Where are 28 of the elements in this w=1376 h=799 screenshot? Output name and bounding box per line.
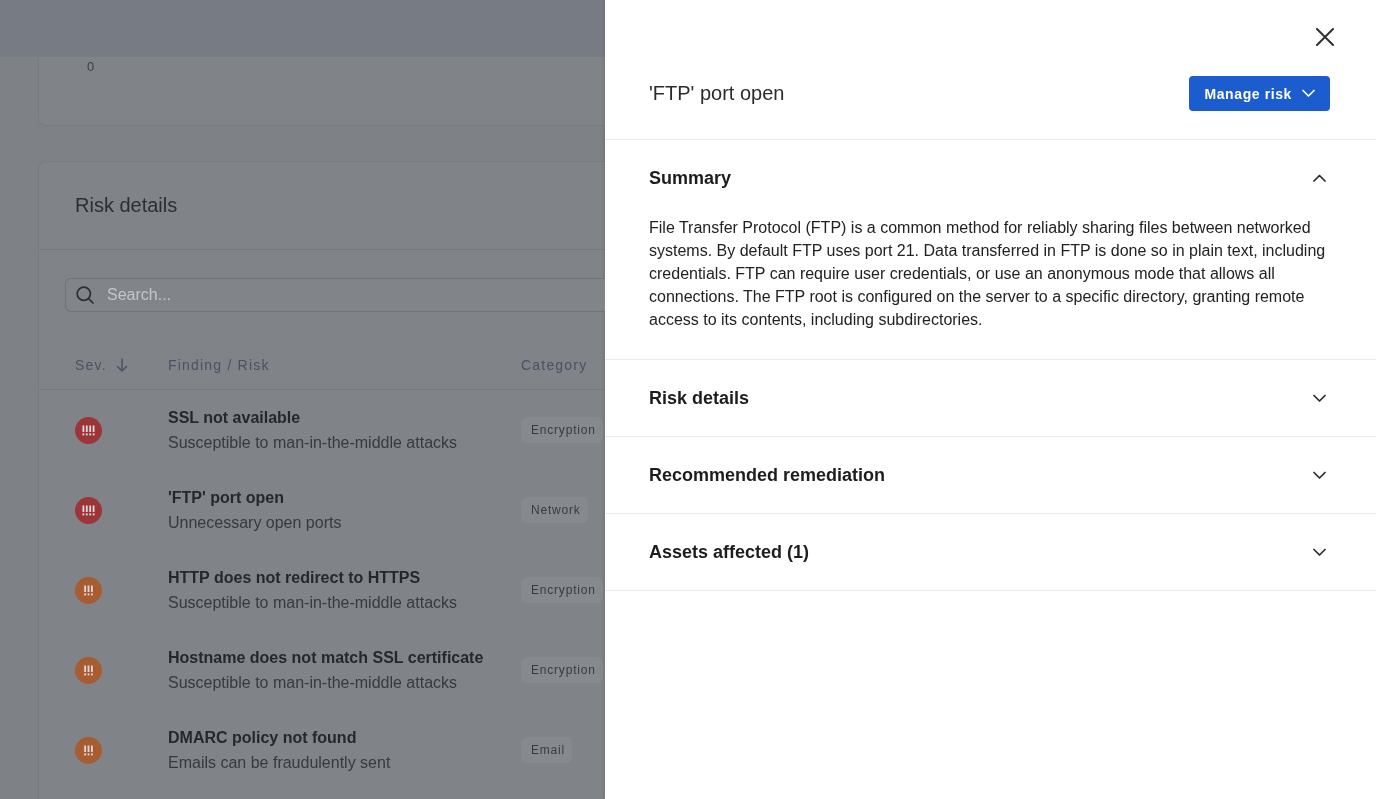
finding-description: Emails can be fraudulently sent bbox=[168, 753, 391, 773]
finding-description: Susceptible to man-in-the-middle attacks bbox=[168, 593, 458, 613]
category-tag: Encryption bbox=[521, 417, 603, 443]
search-field[interactable]: Search... bbox=[65, 278, 605, 312]
category-tag: Email bbox=[521, 737, 572, 763]
search-icon bbox=[76, 286, 94, 304]
category-tag: Encryption bbox=[521, 657, 603, 683]
finding-description: Unnecessary open ports bbox=[168, 513, 342, 533]
axis-label: 0 bbox=[87, 59, 95, 75]
finding-title: DMARC policy not found bbox=[168, 728, 357, 748]
finding-title: 'FTP' port open bbox=[168, 488, 285, 508]
accordion-header[interactable]: Risk details bbox=[605, 360, 1376, 436]
finding-description: Susceptible to man-in-the-middle attacks bbox=[168, 433, 458, 453]
accordion-header[interactable]: Assets affected (1) bbox=[605, 514, 1376, 590]
finding-title: Hostname does not match SSL certificate bbox=[168, 648, 484, 668]
accordion-header[interactable]: Summary bbox=[605, 140, 1376, 216]
finding-title: SSL not available bbox=[168, 408, 301, 428]
chevron-down-icon bbox=[1302, 89, 1315, 98]
close-icon bbox=[1316, 28, 1334, 46]
summary-text: File Transfer Protocol (FTP) is a common method for reliably sharing files between networked systems. By default FTP uses port 21. Data transferred in FTP is done so in plain text, including credentials. FTP can require user credentials, or use an anonymous mode that allows all connections. The FTP root is configured on the server to a specific directory, granting remote access to its contents, including subdirectories. bbox=[648, 218, 1327, 330]
manage-risk-button[interactable]: Manage risk bbox=[1189, 76, 1330, 111]
category-tag: Network bbox=[521, 497, 588, 523]
accordion-header[interactable]: Recommended remediation bbox=[605, 437, 1376, 513]
panel-title: 'FTP' port open bbox=[649, 82, 785, 105]
card-title: Risk details bbox=[75, 194, 178, 217]
category-tag: Encryption bbox=[521, 577, 603, 603]
finding-description: Susceptible to man-in-the-middle attacks bbox=[168, 673, 458, 693]
finding-title: HTTP does not redirect to HTTPS bbox=[168, 568, 421, 588]
